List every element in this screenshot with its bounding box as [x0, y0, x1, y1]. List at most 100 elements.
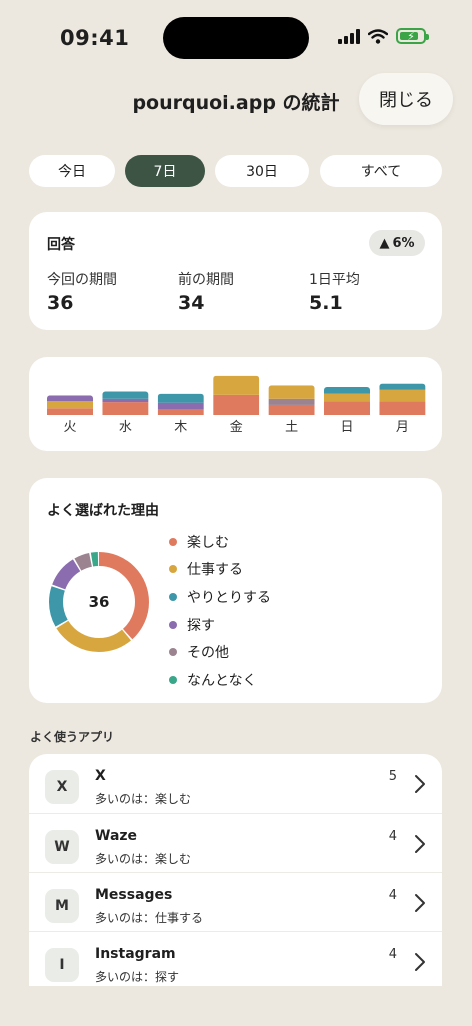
- bar-segment-enjoy: [379, 401, 426, 415]
- answers-card: 回答 ▲ 6% 今回の期間 36 前の期間 34 1日平均 5.1: [29, 212, 442, 330]
- day-label: 木: [174, 420, 187, 435]
- wifi-icon: [368, 28, 388, 44]
- bar-segment-work: [268, 385, 315, 399]
- stat-previous-value: 34: [178, 292, 205, 314]
- weekly-card: 火水木金土日月: [29, 357, 442, 451]
- bar-segment-enjoy: [213, 394, 260, 415]
- bar-segment-work: [47, 401, 93, 409]
- answers-title: 回答: [47, 237, 75, 253]
- app-count: 4: [388, 888, 397, 903]
- app-avatar: I: [45, 948, 79, 982]
- app-name: Messages: [95, 887, 173, 903]
- app-row-waze[interactable]: W Waze 多いのは：楽しむ 4: [29, 813, 442, 872]
- app-top-reason: 多いのは：楽しむ: [95, 852, 192, 866]
- apps-list: X X 多いのは：楽しむ 5 W Waze 多いのは：楽しむ 4 M Messa…: [29, 754, 442, 986]
- bar-segment-search: [157, 402, 204, 410]
- app-count: 4: [388, 829, 397, 844]
- search-color-dot: [169, 620, 177, 629]
- enjoy-color-dot: [169, 537, 177, 546]
- bar-segment-chat: [102, 391, 149, 399]
- legend-item-idle: なんとなく: [169, 666, 271, 694]
- bar-segment-enjoy: [102, 402, 149, 415]
- bar-segment-enjoy: [157, 409, 204, 415]
- app-avatar: W: [45, 830, 79, 864]
- bar-水: [102, 391, 149, 415]
- bar-segment-enjoy: [47, 408, 93, 415]
- app-top-reason: 多いのは：楽しむ: [95, 792, 192, 806]
- chat-color-dot: [169, 592, 177, 601]
- bar-segment-chat: [324, 387, 370, 394]
- stat-daily-avg-label: 1日平均: [309, 272, 360, 288]
- app-top-reason: 多いのは：仕事する: [95, 911, 204, 925]
- weekly-bar-chart: 火水木金土日月: [47, 375, 426, 435]
- legend-item-search: 探す: [169, 611, 271, 639]
- day-label: 火: [63, 420, 76, 435]
- bar-土: [268, 385, 315, 415]
- day-label: 月: [396, 420, 409, 435]
- app-top-reason: 多いのは：探す: [95, 970, 180, 984]
- app-name: X: [95, 768, 106, 784]
- bar-segment-work: [213, 375, 260, 395]
- bar-金: [213, 375, 260, 415]
- day-label: 日: [340, 420, 353, 435]
- dynamic-island: [163, 17, 309, 59]
- app-row-x[interactable]: X X 多いのは：楽しむ 5: [29, 754, 442, 813]
- status-time: 09:41: [60, 26, 130, 50]
- app-name: Waze: [95, 828, 138, 844]
- reasons-donut-chart: 36: [49, 552, 149, 652]
- app-count: 4: [388, 947, 397, 962]
- apps-section-title: よく使うアプリ: [30, 730, 115, 744]
- bar-segment-enjoy: [324, 401, 370, 415]
- stat-current-value: 36: [47, 292, 74, 314]
- bar-segment-other: [268, 398, 315, 405]
- work-color-dot: [169, 565, 177, 574]
- bar-segment-chat: [157, 393, 204, 403]
- day-label: 水: [119, 420, 132, 435]
- app-row-messages[interactable]: M Messages 多いのは：仕事する 4: [29, 872, 442, 931]
- status-icons: ⚡: [338, 28, 429, 44]
- idle-color-dot: [169, 675, 177, 684]
- range-today[interactable]: 今日: [29, 155, 115, 187]
- bar-segment-enjoy: [268, 404, 315, 415]
- range-7d[interactable]: 7日: [125, 155, 205, 187]
- bar-segment-work: [324, 393, 370, 402]
- legend-item-work: 仕事する: [169, 556, 271, 584]
- chevron-right-icon: [415, 894, 425, 912]
- stat-current-label: 今回の期間: [47, 272, 117, 288]
- legend-item-other: その他: [169, 638, 271, 666]
- reasons-title: よく選ばれた理由: [47, 503, 159, 519]
- chevron-right-icon: [415, 775, 425, 793]
- day-label: 土: [285, 420, 298, 435]
- bar-segment-search: [102, 398, 149, 403]
- range-all[interactable]: すべて: [320, 155, 442, 187]
- bar-segment-search: [47, 395, 93, 401]
- app-avatar: M: [45, 889, 79, 923]
- bar-月: [379, 383, 426, 415]
- battery-charging-icon: ⚡: [396, 28, 429, 44]
- bar-segment-chat: [379, 383, 426, 390]
- app-row-instagram[interactable]: I Instagram 多いのは：探す 4: [29, 931, 442, 986]
- change-value: 6%: [392, 235, 415, 251]
- bar-木: [157, 393, 204, 415]
- stat-previous-label: 前の期間: [178, 272, 234, 288]
- bar-火: [47, 395, 93, 415]
- range-30d[interactable]: 30日: [215, 155, 309, 187]
- reasons-legend: 楽しむ 仕事する やりとりする 探す その他 なんとなく: [169, 528, 271, 694]
- bar-日: [324, 387, 370, 415]
- other-color-dot: [169, 648, 177, 657]
- day-label: 金: [230, 419, 243, 435]
- cellular-signal-icon: [338, 28, 360, 44]
- app-avatar: X: [45, 770, 79, 804]
- bar-segment-work: [379, 389, 426, 402]
- app-name: Instagram: [95, 946, 176, 962]
- stat-daily-avg-value: 5.1: [309, 292, 343, 314]
- legend-item-enjoy: 楽しむ: [169, 528, 271, 556]
- legend-item-chat: やりとりする: [169, 583, 271, 611]
- triangle-up-icon: ▲: [379, 235, 390, 251]
- chevron-right-icon: [415, 835, 425, 853]
- close-button[interactable]: 閉じる: [359, 73, 453, 125]
- reasons-card: よく選ばれた理由 36 楽しむ 仕事する やりとりする 探す その他 なんとなく: [29, 478, 442, 703]
- change-badge: ▲ 6%: [369, 230, 425, 256]
- app-count: 5: [388, 769, 397, 784]
- chevron-right-icon: [415, 953, 425, 971]
